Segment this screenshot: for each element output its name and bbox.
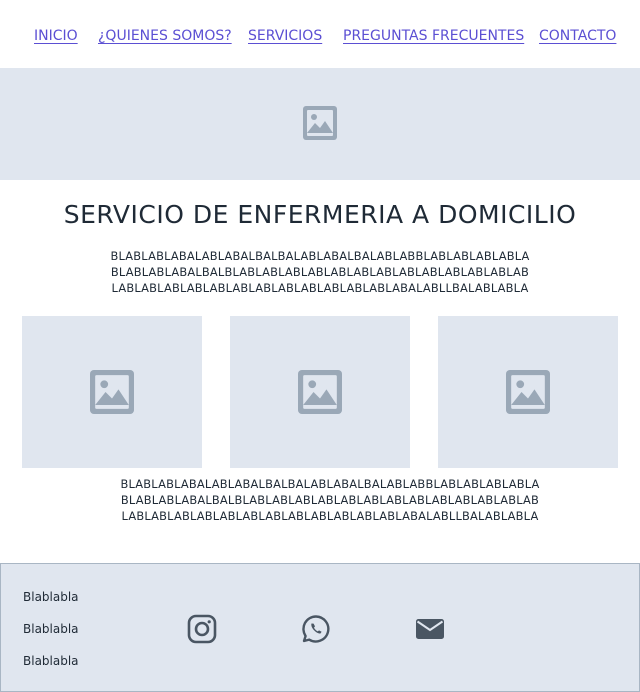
nav-link-quienes-somos[interactable]: ¿QUIENES SOMOS? (98, 28, 232, 44)
nav-link-servicios[interactable]: SERVICIOS (248, 28, 322, 44)
intro-line: LABLABLABLABLABLABLABLABLABLABLABLABLABA… (111, 281, 529, 295)
image-placeholder-icon (506, 370, 550, 414)
nav-link-contacto[interactable]: CONTACTO (539, 28, 616, 44)
outro-line: BLABLABLABALABLABALBALBALABLABALBALABLAB… (120, 477, 540, 491)
intro-line: BLABLABLABALBALBLABLABLABLABLABLABLABLAB… (110, 265, 530, 279)
main-nav: INICIO ¿QUIENES SOMOS? SERVICIOS PREGUNT… (0, 0, 640, 68)
footer-link[interactable]: Blablabla (23, 622, 79, 636)
image-placeholder-icon (303, 106, 337, 140)
intro-line: BLABLABLABALABLABALBALBALABLABALBALABLAB… (110, 249, 530, 263)
footer-link[interactable]: Blablabla (23, 654, 79, 668)
envelope-icon[interactable] (415, 614, 445, 644)
outro-line: LABLABLABLABLABLABLABLABLABLABLABLABLABA… (121, 509, 539, 523)
service-card-1 (22, 316, 202, 468)
whatsapp-icon[interactable] (301, 614, 331, 644)
service-card-3 (438, 316, 618, 468)
outro-line: BLABLABLABALBALBLABLABLABLABLABLABLABLAB… (120, 493, 540, 507)
site-footer: Blablabla Blablabla Blablabla (0, 563, 640, 692)
intro-paragraph: BLABLABLABALABLABALBALBALABLABALBALABLAB… (100, 248, 540, 296)
nav-link-preguntas-frecuentes[interactable]: PREGUNTAS FRECUENTES (343, 28, 524, 44)
instagram-icon[interactable] (187, 614, 217, 644)
nav-link-inicio[interactable]: INICIO (34, 28, 78, 44)
page-title: SERVICIO DE ENFERMERIA A DOMICILIO (63, 200, 577, 229)
footer-link[interactable]: Blablabla (23, 590, 79, 604)
image-placeholder-icon (90, 370, 134, 414)
image-placeholder-icon (298, 370, 342, 414)
hero-banner (0, 68, 640, 180)
outro-paragraph: BLABLABLABALABLABALBALBALABLABALBALABLAB… (110, 476, 550, 524)
service-card-2 (230, 316, 410, 468)
